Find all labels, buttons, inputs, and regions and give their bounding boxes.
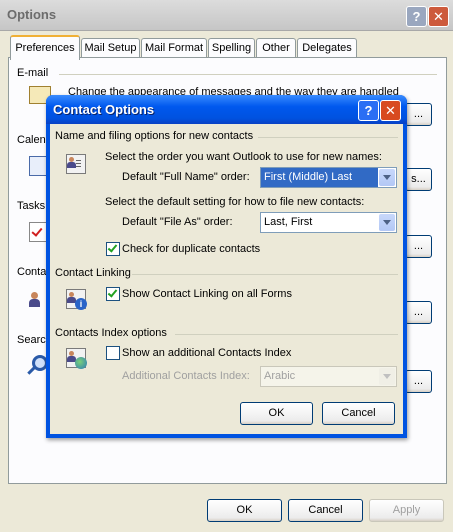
file-as-order-select[interactable]: Last, First	[260, 212, 397, 233]
full-name-order-select[interactable]: First (Middle) Last	[260, 167, 397, 188]
chevron-down-icon[interactable]	[379, 169, 395, 186]
options-apply-button[interactable]: Apply	[369, 499, 444, 522]
group-name-filing-line	[258, 137, 398, 138]
chevron-down-icon[interactable]	[379, 368, 395, 385]
contact-options-body: Name and filing options for new contacts…	[50, 124, 403, 434]
tab-mail-setup[interactable]: Mail Setup	[81, 38, 140, 58]
contact-link-icon: i	[63, 287, 87, 310]
additional-index-label[interactable]: Show an additional Contacts Index	[122, 347, 291, 359]
contacts-side-button[interactable]: ...	[405, 301, 432, 324]
group-index-line	[175, 334, 398, 335]
file-as-order-value: Last, First	[264, 216, 313, 228]
full-name-order-value: First (Middle) Last	[261, 168, 378, 187]
tab-spelling[interactable]: Spelling	[208, 38, 255, 58]
contact-options-title-bar[interactable]: Contact Options ? ✕	[46, 95, 407, 124]
contact-index-icon	[63, 346, 87, 369]
contact-options-dialog: Contact Options ? ✕ Name and filing opti…	[46, 95, 407, 438]
duplicate-check-checkbox[interactable]	[106, 242, 120, 256]
additional-index-select[interactable]: Arabic	[260, 366, 397, 387]
email-separator	[59, 74, 437, 75]
options-cancel-button[interactable]: Cancel	[288, 499, 363, 522]
options-help-button[interactable]: ?	[406, 6, 427, 27]
group-linking-line	[132, 274, 398, 275]
options-title-bar[interactable]: Options ? ✕	[0, 0, 453, 31]
section-contacts-label: Conta	[17, 266, 47, 278]
tab-delegates[interactable]: Delegates	[297, 38, 357, 58]
search-icon	[27, 355, 48, 375]
file-as-order-label: Default "File As" order:	[122, 216, 233, 228]
contact-card-icon	[63, 152, 87, 174]
additional-index-value: Arabic	[264, 370, 296, 382]
tab-preferences[interactable]: Preferences	[10, 35, 80, 60]
options-close-button[interactable]: ✕	[428, 6, 449, 27]
additional-index-checkbox[interactable]	[106, 346, 120, 360]
file-as-prompt: Select the default setting for how to fi…	[105, 196, 365, 208]
group-index-title: Contacts Index options	[55, 327, 167, 339]
dialog-close-button[interactable]: ✕	[380, 100, 401, 121]
section-tasks-label: Tasks	[17, 200, 46, 212]
email-side-button[interactable]: ...	[405, 103, 432, 126]
tasks-icon	[29, 222, 47, 242]
group-linking-title: Contact Linking	[55, 267, 131, 279]
dialog-ok-button[interactable]: OK	[240, 402, 313, 425]
tab-mail-format[interactable]: Mail Format	[141, 38, 207, 58]
full-name-prompt: Select the order you want Outlook to use…	[105, 151, 382, 163]
calendar-side-button[interactable]: s...	[405, 168, 432, 191]
chevron-down-icon[interactable]	[379, 214, 395, 231]
group-name-filing-title: Name and filing options for new contacts	[55, 130, 254, 142]
contact-linking-checkbox[interactable]	[106, 287, 120, 301]
contact-options-title: Contact Options	[53, 102, 155, 117]
tab-other[interactable]: Other	[256, 38, 296, 58]
search-side-button[interactable]: ...	[405, 370, 432, 393]
options-window-title: Options	[7, 7, 57, 22]
tasks-side-button[interactable]: ...	[405, 235, 432, 258]
duplicate-check-label[interactable]: Check for duplicate contacts	[122, 243, 260, 255]
index-select-label: Additional Contacts Index:	[122, 370, 250, 382]
full-name-order-label: Default "Full Name" order:	[122, 171, 250, 183]
options-ok-button[interactable]: OK	[207, 499, 282, 522]
dialog-help-button[interactable]: ?	[358, 100, 379, 121]
contact-linking-label[interactable]: Show Contact Linking on all Forms	[122, 288, 292, 300]
section-email-label: E-mail	[17, 67, 49, 79]
contacts-icon	[27, 290, 47, 310]
dialog-cancel-button[interactable]: Cancel	[322, 402, 395, 425]
